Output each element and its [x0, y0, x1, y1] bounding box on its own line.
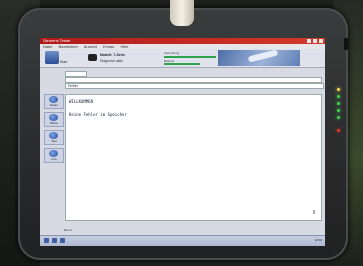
taskbar: 12:00: [40, 235, 325, 246]
gauges: Verbindung Batterie: [164, 51, 216, 65]
sidebar-button-test[interactable]: Test: [44, 130, 64, 145]
status-led: [336, 116, 340, 119]
start-icon[interactable]: [45, 51, 59, 64]
window-title: Siemens Tester: [43, 38, 71, 43]
status-led: [336, 129, 340, 132]
row3-input[interactable]: Fehler: [65, 83, 324, 89]
start-label: Start: [60, 60, 68, 64]
scroll-indicator[interactable]: [313, 210, 315, 214]
device-handle: [170, 0, 194, 26]
gauge-bottom-label: Batterie: [164, 59, 175, 63]
sidebar-button-data[interactable]: Daten: [44, 94, 64, 109]
output-textarea[interactable]: WILLKOMMEN Keine Fehler im Speicher: [65, 94, 322, 221]
gauge-top-label: Verbindung: [164, 51, 180, 55]
start-menu-icon[interactable]: [44, 238, 49, 243]
header-panel: Start Modell: 7-Serie Diagnose aktiv Ver…: [40, 49, 325, 68]
status-led-panel: [334, 88, 342, 158]
sidebar-label: Werte: [50, 121, 58, 125]
window-titlebar: Siemens Tester: [40, 38, 325, 44]
sidebar-label: Info: [51, 157, 57, 161]
output-line-2: Keine Fehler im Speicher: [69, 112, 127, 117]
status-subtext: Diagnose aktiv: [100, 59, 123, 63]
status-bar: Bereit: [64, 228, 72, 232]
sidebar-label: Daten: [49, 103, 58, 107]
model-text: Modell: 7-Serie: [100, 53, 125, 57]
sidebar-label: Test: [51, 139, 57, 143]
field-row-3: Fehler: [40, 83, 325, 89]
data-icon: [49, 96, 58, 103]
gauge-bottom-bar: [164, 63, 201, 65]
gauge-top-bar: [164, 56, 216, 58]
info-icon: [49, 150, 58, 157]
taskbar-app-icon[interactable]: [52, 238, 57, 243]
plane-icon: [247, 49, 279, 63]
test-icon: [49, 132, 58, 139]
minimize-button[interactable]: [306, 39, 311, 43]
status-led: [336, 102, 340, 105]
taskbar-app-icon[interactable]: [60, 238, 65, 243]
status-led: [336, 109, 340, 112]
sidebar-button-values[interactable]: Werte: [44, 112, 64, 127]
close-button[interactable]: [319, 39, 323, 43]
status-led: [336, 88, 340, 91]
taskbar-clock: 12:00: [314, 238, 322, 242]
status-led: [336, 95, 340, 98]
output-line-1: WILLKOMMEN: [69, 99, 94, 104]
sidebar-button-info[interactable]: Info: [44, 148, 64, 163]
car-icon: [88, 54, 97, 61]
maximize-button[interactable]: [312, 39, 317, 43]
sidebar: Daten Werte Test Info: [44, 94, 64, 166]
banner-image: [218, 49, 300, 66]
values-icon: [49, 114, 58, 121]
screen: Siemens Tester Datei Bearbeiten Ansicht …: [40, 38, 325, 246]
window-controls: [306, 39, 323, 45]
device-speaker: [344, 38, 348, 50]
